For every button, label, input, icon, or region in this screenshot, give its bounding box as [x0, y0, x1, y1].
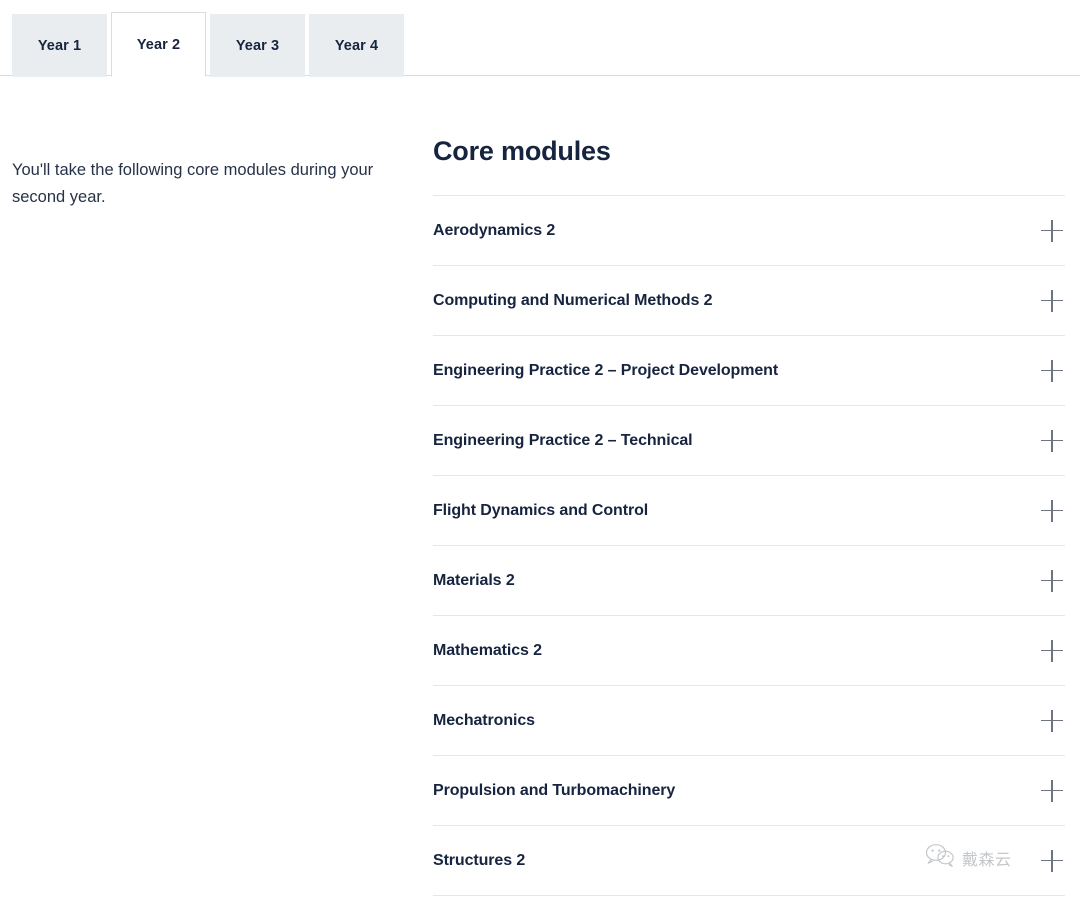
module-accordion-item[interactable]: Flight Dynamics and Control: [433, 476, 1065, 546]
module-accordion-item[interactable]: Propulsion and Turbomachinery: [433, 756, 1065, 826]
core-modules-heading: Core modules: [433, 134, 1065, 168]
year-tablist: Year 1 Year 2 Year 3 Year 4: [12, 12, 404, 77]
module-accordion-list: Aerodynamics 2 Computing and Numerical Me…: [433, 195, 1065, 896]
module-accordion-item[interactable]: Materials 2: [433, 546, 1065, 616]
tab-label: Year 1: [38, 38, 81, 54]
tab-year-2[interactable]: Year 2: [111, 12, 206, 77]
tab-label: Year 3: [236, 38, 279, 54]
module-label: Propulsion and Turbomachinery: [433, 782, 675, 800]
plus-icon[interactable]: [1041, 570, 1063, 592]
module-accordion-item[interactable]: Computing and Numerical Methods 2: [433, 266, 1065, 336]
module-label: Mechatronics: [433, 712, 535, 730]
module-accordion-item[interactable]: Engineering Practice 2 – Technical: [433, 406, 1065, 476]
module-label: Structures 2: [433, 852, 525, 870]
plus-icon[interactable]: [1041, 640, 1063, 662]
plus-icon[interactable]: [1041, 780, 1063, 802]
module-label: Aerodynamics 2: [433, 222, 555, 240]
module-accordion-item[interactable]: Aerodynamics 2: [433, 196, 1065, 266]
module-label: Flight Dynamics and Control: [433, 502, 648, 520]
tab-year-1[interactable]: Year 1: [12, 14, 107, 77]
tab-label: Year 4: [335, 38, 378, 54]
intro-text: You'll take the following core modules d…: [12, 157, 382, 211]
module-accordion-item[interactable]: Mathematics 2: [433, 616, 1065, 686]
plus-icon[interactable]: [1041, 360, 1063, 382]
module-label: Materials 2: [433, 572, 515, 590]
plus-icon[interactable]: [1041, 290, 1063, 312]
tab-label: Year 2: [137, 37, 180, 53]
plus-icon[interactable]: [1041, 710, 1063, 732]
core-modules-section: Core modules Aerodynamics 2 Computing and…: [433, 134, 1065, 896]
plus-icon[interactable]: [1041, 220, 1063, 242]
module-label: Mathematics 2: [433, 642, 542, 660]
year-tabbar: Year 1 Year 2 Year 3 Year 4: [0, 0, 1080, 76]
module-accordion-item[interactable]: Engineering Practice 2 – Project Develop…: [433, 336, 1065, 406]
module-accordion-item[interactable]: Mechatronics: [433, 686, 1065, 756]
module-label: Engineering Practice 2 – Technical: [433, 432, 693, 450]
module-label: Engineering Practice 2 – Project Develop…: [433, 362, 778, 380]
module-accordion-item[interactable]: Structures 2: [433, 826, 1065, 896]
plus-icon[interactable]: [1041, 500, 1063, 522]
module-label: Computing and Numerical Methods 2: [433, 292, 712, 310]
tab-year-4[interactable]: Year 4: [309, 14, 404, 77]
tab-year-3[interactable]: Year 3: [210, 14, 305, 77]
plus-icon[interactable]: [1041, 430, 1063, 452]
plus-icon[interactable]: [1041, 850, 1063, 872]
